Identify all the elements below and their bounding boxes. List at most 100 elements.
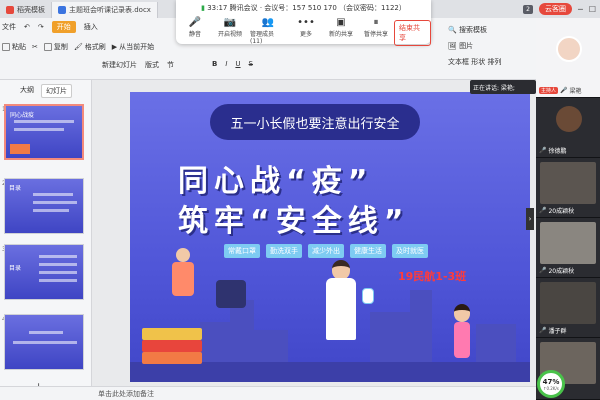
girl-figure [454,322,470,358]
tab-outline[interactable]: 大纲 [16,84,38,98]
from-current-button[interactable]: ▶ 从当前开始 [112,42,154,52]
new-slide-button[interactable]: 新建幻灯片 [102,60,137,70]
arrange-button[interactable]: 排列 [487,58,501,66]
tool-row-1: 粘贴 ✂ 复制 🖌 格式刷 ▶ 从当前开始 [0,42,154,52]
tab-slides[interactable]: 幻灯片 [41,84,72,98]
section-button[interactable]: 节 [167,60,174,70]
format-painter-label: 格式刷 [84,43,106,51]
book-shape [142,328,202,340]
more-label: 更多 [299,31,312,38]
video-tile[interactable]: 🎤 潘子群 [536,278,600,338]
mic-icon: 🎤 [560,87,568,94]
video-button[interactable]: 📷 开启视频 [215,17,245,45]
tab-label: 主题班会听课记录表.docx [69,6,151,14]
redo-icon[interactable]: ↷ [38,23,44,31]
more-icon: ••• [297,17,315,28]
user-button[interactable]: 云客圈 [539,3,572,15]
pause-share-label: 暂停共享 [363,31,388,38]
video-tile[interactable]: 🎤 20成颖秋 [536,218,600,278]
doctor-figure [326,278,356,340]
picture-button[interactable]: 🖼 图片 [448,38,501,54]
meeting-toolbar: ▮ 33:17 腾讯会议 · 会议号：157 510 170 （会议密码：112… [176,0,431,46]
undo-icon[interactable]: ↶ [24,23,30,31]
members-button[interactable]: 👥 管理成员(11) [250,17,286,45]
video-tile[interactable]: 🎤 徐德鹏 [536,98,600,158]
slide-tag: 减少外出 [308,244,344,258]
speaking-indicator: 正在讲话: 梁艳; [470,80,536,94]
titlebar-right: 2 云客圈 ─ ☐ [523,0,600,18]
camera-feed [540,162,596,204]
underline-button[interactable]: U [235,60,240,70]
more-button[interactable]: ••• 更多 [291,17,321,45]
avatar [556,36,582,62]
end-share-button[interactable]: 结束共享 [394,20,431,46]
paste-icon [2,43,10,51]
minimize-icon[interactable]: ─ [578,5,583,14]
chevron-right-icon[interactable]: › [526,208,534,230]
layout-button[interactable]: 版式 [145,60,159,70]
maximize-icon[interactable]: ☐ [589,5,596,14]
mute-button[interactable]: 🎤 静音 [180,17,210,45]
slide-canvas[interactable]: 五一小长假也要注意出行安全 同心战“疫” 筑牢“安全线” 常戴口罩 勤洗双手 减… [130,92,530,382]
mic-muted-icon: 🎤 [539,207,547,214]
format-painter-button[interactable]: 🖌 格式刷 [74,42,106,52]
thumb-title: 同心战疫 [10,112,35,119]
signal-icon: ▮ [201,4,205,12]
thumb-title: 目录 [9,185,22,192]
microphone-icon: 🎤 [188,17,202,28]
slide-thumbnail[interactable]: 目录 [4,244,84,300]
video-tile[interactable]: 🎤 20成颖秋 [536,158,600,218]
thumb-line [39,279,77,282]
participant-name-text: 20成颖秋 [548,268,575,275]
menu-row: 文件 ↶ ↷ 开始 插入 [0,20,98,34]
shape-row: 文本框 形状 排列 [448,54,501,70]
paste-button[interactable]: 粘贴 [2,42,26,52]
pane-tabs: 大纲 幻灯片 [16,84,72,98]
slide-tag: 及时就医 [392,244,428,258]
thumb-line [14,128,64,131]
slide-thumbnail[interactable] [4,314,84,370]
tool-row-2: 新建幻灯片 版式 节 B I U S [100,60,253,70]
new-share-icon: ▣ [336,17,346,28]
books-illustration [142,328,202,368]
edit-area: 五一小长假也要注意出行安全 同心战“疫” 筑牢“安全线” 常戴口罩 勤洗双手 减… [92,80,536,386]
doctor-head [332,260,350,280]
window-count-badge[interactable]: 2 [523,4,533,14]
pause-share-button[interactable]: ⏸ 暂停共享 [361,17,391,45]
menu-insert[interactable]: 插入 [84,22,98,32]
search-templates[interactable]: 🔍 搜索模板 [448,22,501,38]
thumb-title: 目录 [9,265,22,272]
slide-thumbnail[interactable]: 同心战疫 [4,104,84,160]
italic-button[interactable]: I [225,60,227,70]
camera-icon: 📷 [223,17,237,28]
notes-placeholder[interactable]: 单击此处添加备注 [98,389,154,399]
book-shape [142,352,202,364]
participant-name: 主持人 🎤 梁艳 [539,86,582,95]
shape-button[interactable]: 形状 [471,58,485,66]
menu-file[interactable]: 文件 [2,22,16,32]
participant-name: 🎤 潘子群 [539,326,567,335]
cut-button[interactable]: ✂ [32,42,38,52]
slide-tag: 勤洗双手 [266,244,302,258]
strike-button[interactable]: S [249,60,253,70]
slide-thumbnail[interactable]: 目录 [4,178,84,234]
mute-label: 静音 [188,31,201,38]
new-share-button[interactable]: ▣ 新的共享 [326,17,356,45]
network-meter: 47% ↑0.2K/s [537,370,565,398]
menu-start[interactable]: 开始 [51,21,76,33]
camera-feed [540,282,596,324]
video-tile[interactable]: 主持人 🎤 梁艳 [536,18,600,98]
word-icon [58,6,66,14]
bold-button[interactable]: B [212,60,217,70]
tab-document[interactable]: 主题班会听课记录表.docx [52,2,158,18]
thumb-line [39,263,77,266]
copy-button[interactable]: 复制 [43,42,68,52]
meeting-id: 腾讯会议 · 会议号：157 510 170 （会议密码：1122） [229,4,406,12]
picture-label: 图片 [459,42,474,50]
slide-banner: 五一小长假也要注意出行安全 [210,104,420,140]
tab-label: 稻壳模板 [17,6,45,14]
search-label: 搜索模板 [458,26,487,34]
tab-docer[interactable]: 稻壳模板 [0,2,52,18]
participant-name: 🎤 20成颖秋 [539,266,574,275]
textbox-button[interactable]: 文本框 [448,58,469,66]
